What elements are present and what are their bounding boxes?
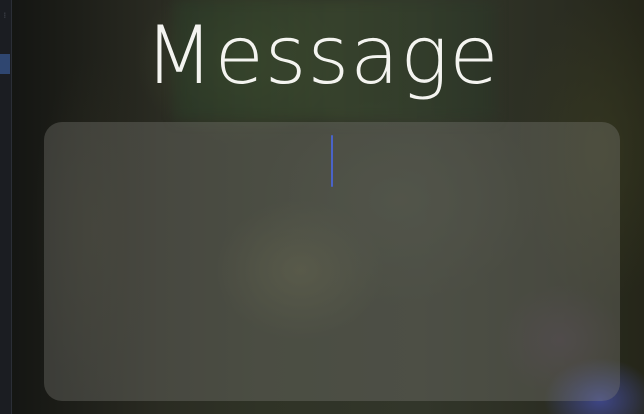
page-title: Message (144, 9, 500, 102)
message-compose-screen: ⋮ Message (0, 0, 644, 414)
text-caret (331, 135, 333, 187)
